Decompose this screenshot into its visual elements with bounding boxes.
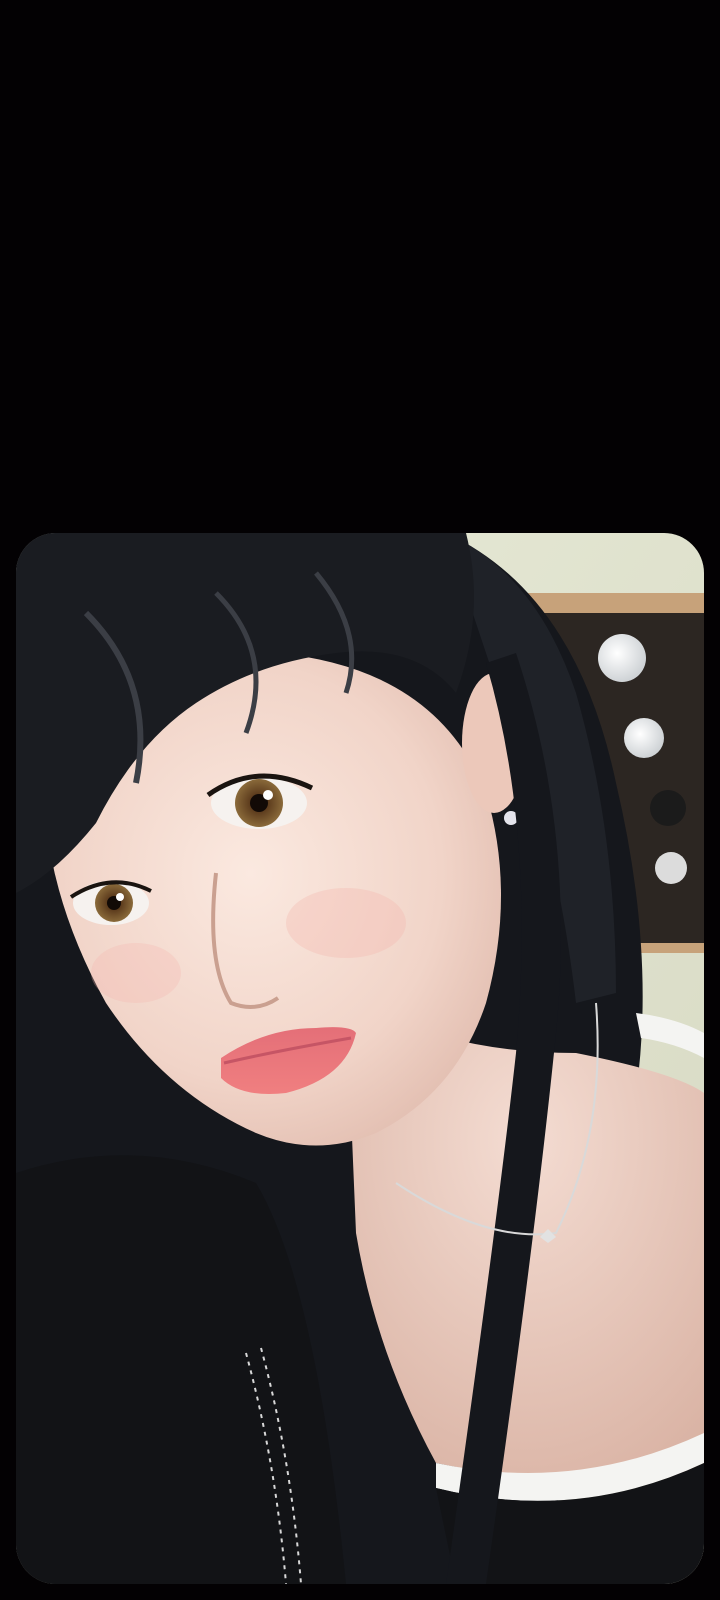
photo-viewer-screen bbox=[0, 0, 720, 1600]
photo-card[interactable] bbox=[16, 533, 704, 1584]
selfie-photo bbox=[16, 533, 704, 1584]
